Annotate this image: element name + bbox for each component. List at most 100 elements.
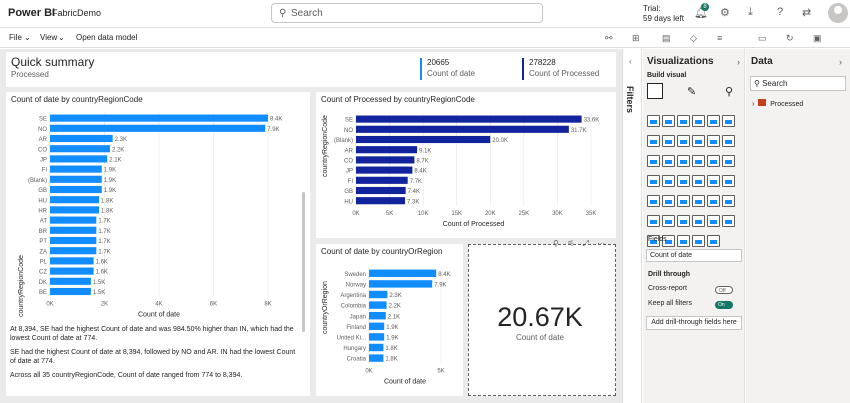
- cross-report-toggle[interactable]: Off: [715, 286, 733, 294]
- visual-type-icon[interactable]: [707, 215, 720, 227]
- visual-type-icon[interactable]: [662, 155, 675, 167]
- data-label: 31.7K: [571, 128, 587, 134]
- data-label: 2.1K: [109, 157, 121, 163]
- visual-type-icon[interactable]: [707, 195, 720, 207]
- x-tick-label: 8K: [264, 302, 271, 308]
- scrollbar[interactable]: [302, 192, 305, 332]
- bar: [50, 216, 97, 224]
- visual-type-icon[interactable]: [677, 135, 690, 147]
- analytics-icon[interactable]: ⚲: [725, 85, 733, 98]
- file-menu[interactable]: File: [9, 33, 22, 42]
- visual-type-icon[interactable]: [647, 155, 660, 167]
- filters-label[interactable]: Filters: [625, 86, 635, 113]
- bar: [369, 290, 388, 299]
- visual-type-icon[interactable]: [722, 135, 735, 147]
- chart-card-date-by-region-code[interactable]: Count of date by countryRegionCode count…: [6, 92, 310, 396]
- share-icon[interactable]: ⇄: [802, 6, 811, 19]
- more-options-icon[interactable]: ⋯: [597, 239, 605, 248]
- visual-type-icon[interactable]: [677, 155, 690, 167]
- visual-type-icon[interactable]: [647, 135, 660, 147]
- text-box-icon[interactable]: ⊞: [632, 33, 640, 44]
- chevron-right-icon[interactable]: ›: [737, 57, 740, 67]
- visual-type-icon[interactable]: [692, 115, 705, 127]
- chart-2-svg: 0K 5K 10K 15K 20K 25K 30K 35K SE 33.6K NO 31.7K (Bla…: [334, 114, 599, 228]
- visual-type-icon[interactable]: [722, 115, 735, 127]
- visual-type-icon[interactable]: [662, 215, 675, 227]
- visual-header: ⚲ ⚟ ⤢ ⋯: [553, 239, 605, 249]
- refresh-icon[interactable]: ↻: [786, 33, 794, 44]
- visual-type-icon[interactable]: [692, 235, 705, 247]
- category-label: FI: [42, 168, 48, 174]
- visual-type-icon[interactable]: [647, 115, 660, 127]
- x-tick-label: 6K: [210, 302, 217, 308]
- visual-type-icon[interactable]: [692, 215, 705, 227]
- visual-type-icon[interactable]: [722, 155, 735, 167]
- build-visual-icon[interactable]: [647, 83, 663, 99]
- visual-type-icon[interactable]: [677, 195, 690, 207]
- visual-type-icon[interactable]: [692, 135, 705, 147]
- visual-type-icon[interactable]: [692, 175, 705, 187]
- visual-type-icon[interactable]: [707, 115, 720, 127]
- visual-type-icon[interactable]: [662, 115, 675, 127]
- save-icon[interactable]: ▣: [813, 33, 822, 44]
- visual-type-icon[interactable]: [722, 195, 735, 207]
- bar: [50, 196, 100, 204]
- x-tick-label: 30K: [552, 211, 563, 217]
- focus-mode-icon[interactable]: ⤢: [583, 239, 589, 248]
- visual-type-icon[interactable]: [722, 175, 735, 187]
- bar: [356, 135, 491, 144]
- chevron-right-icon[interactable]: ›: [839, 57, 842, 67]
- visual-type-icon[interactable]: [692, 195, 705, 207]
- gear-icon[interactable]: ⚙: [720, 6, 730, 19]
- app-name[interactable]: Power BI: [8, 7, 55, 19]
- field-well-value[interactable]: Count of date: [646, 249, 742, 262]
- visual-type-icon[interactable]: [647, 195, 660, 207]
- keep-all-filters-toggle[interactable]: On: [715, 301, 733, 309]
- visual-type-icon[interactable]: [662, 135, 675, 147]
- open-data-model-button[interactable]: Open data model: [76, 33, 137, 42]
- workspace-name[interactable]: FabricDemo: [52, 8, 101, 18]
- avatar[interactable]: [828, 3, 848, 23]
- chevron-left-icon[interactable]: ‹: [629, 57, 632, 66]
- visual-type-icon[interactable]: [677, 115, 690, 127]
- layout-icon[interactable]: ▭: [758, 33, 767, 44]
- x-axis-title: Count of Processed: [443, 221, 505, 228]
- visual-type-icon[interactable]: [677, 235, 690, 247]
- visual-type-icon[interactable]: [662, 175, 675, 187]
- binoculars-icon[interactable]: ⚯: [605, 33, 613, 44]
- data-label: 1.9K: [104, 168, 116, 174]
- data-label: 1.7K: [98, 229, 110, 235]
- visual-type-icon[interactable]: [677, 215, 690, 227]
- visual-type-icon[interactable]: [722, 215, 735, 227]
- data-label: 8.7K: [416, 158, 428, 164]
- filter-icon[interactable]: ⚟: [567, 239, 574, 248]
- trial-status[interactable]: Trial: 59 days left: [643, 4, 684, 24]
- format-icon[interactable]: ≡: [717, 33, 722, 43]
- shapes-icon[interactable]: ◇: [690, 33, 697, 44]
- data-label: 2.1K: [388, 314, 400, 320]
- format-visual-icon[interactable]: ✎: [687, 85, 696, 98]
- visual-type-icon[interactable]: [707, 235, 720, 247]
- data-search-input[interactable]: ⚲ Search: [750, 76, 846, 91]
- data-label: 9.1K: [419, 148, 431, 154]
- visual-type-icon[interactable]: [662, 195, 675, 207]
- add-drill-through-fields[interactable]: Add drill-through fields here: [646, 316, 742, 330]
- view-menu[interactable]: View: [40, 33, 57, 42]
- visual-type-icon[interactable]: [707, 135, 720, 147]
- download-icon[interactable]: ⤓: [748, 6, 753, 19]
- x-tick-label: 0K: [352, 211, 359, 217]
- visual-icon[interactable]: ▤: [662, 33, 671, 44]
- visual-type-icon[interactable]: [692, 155, 705, 167]
- pin-icon[interactable]: ⚲: [553, 239, 559, 248]
- visual-type-icon[interactable]: [647, 215, 660, 227]
- visual-type-icon[interactable]: [677, 175, 690, 187]
- chart-card-date-by-country[interactable]: Count of date by countryOrRegion country…: [316, 244, 463, 396]
- global-search-input[interactable]: ⚲ Search: [271, 3, 543, 23]
- help-icon[interactable]: ?: [777, 6, 783, 18]
- visual-type-icon[interactable]: [647, 175, 660, 187]
- chart-3-svg: 0K 5K Sweden 8.4K Norway 7.9K Argentina 2.3K Col…: [337, 268, 451, 385]
- visual-type-icon[interactable]: [707, 155, 720, 167]
- table-item-processed[interactable]: › Processed: [752, 99, 803, 108]
- visual-type-icon[interactable]: [707, 175, 720, 187]
- chart-card-processed-by-region-code[interactable]: Count of Processed by countryRegionCode …: [316, 92, 616, 238]
